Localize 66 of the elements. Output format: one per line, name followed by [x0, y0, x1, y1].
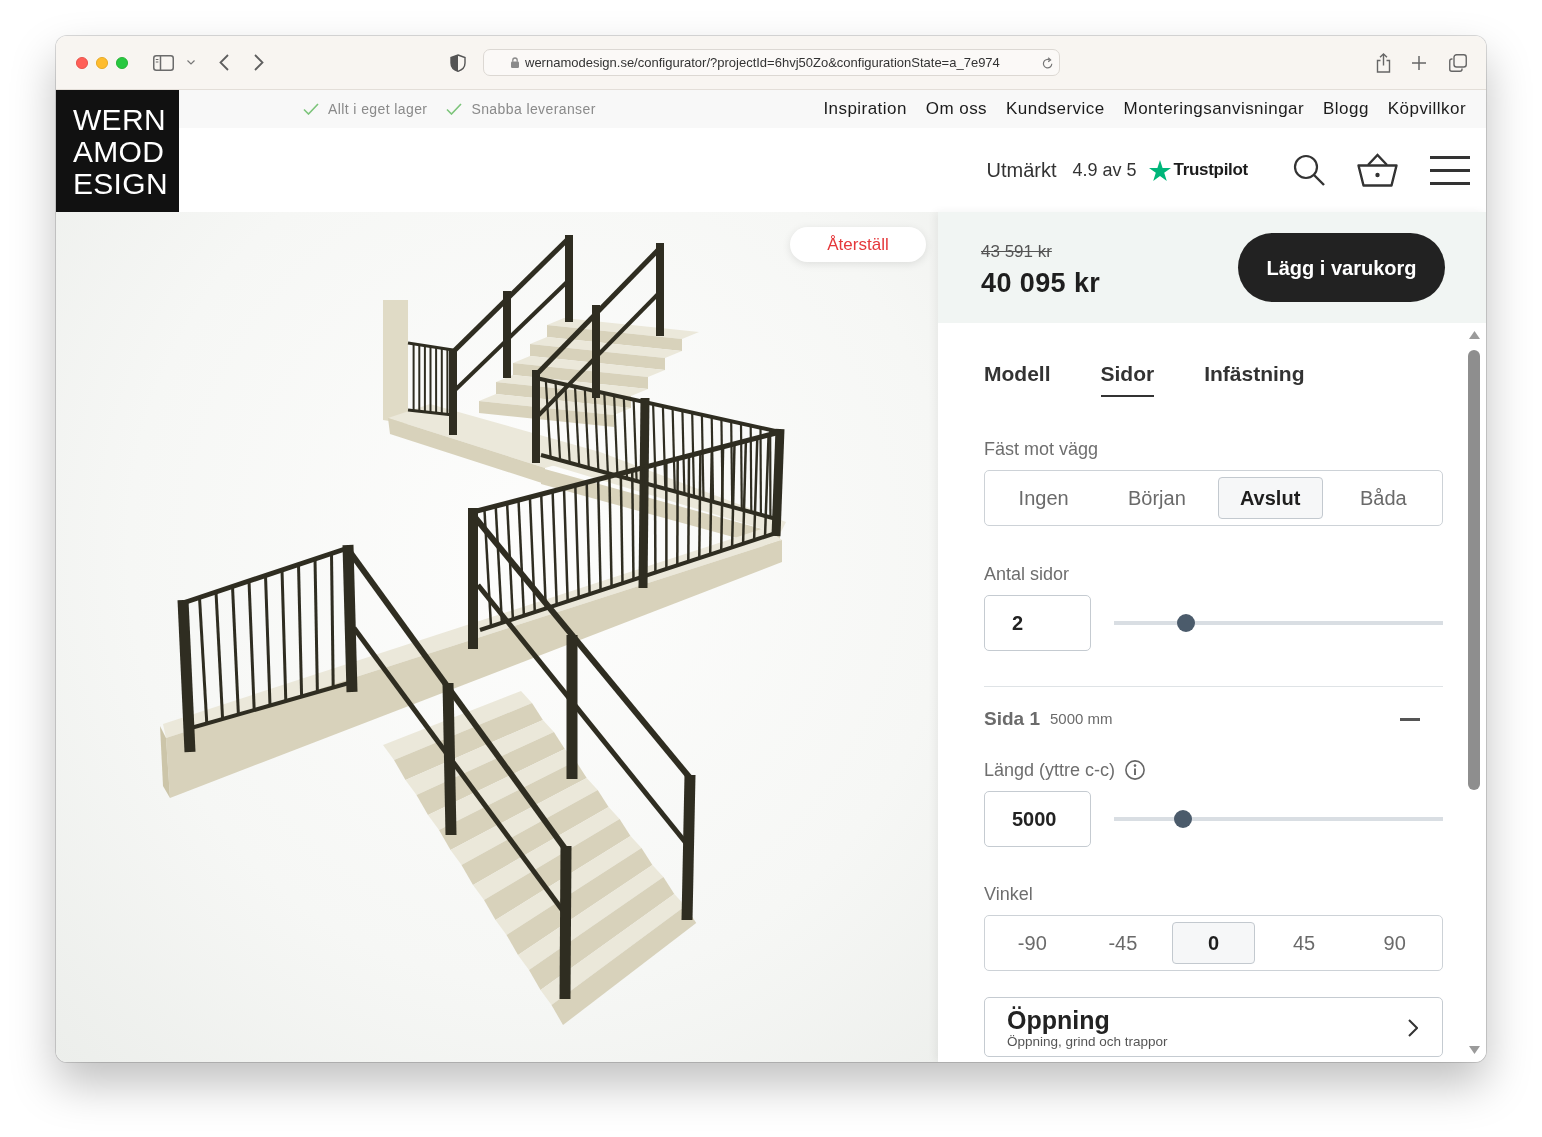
segment-option[interactable]: 90: [1353, 922, 1436, 964]
tabs-overview-icon[interactable]: [1449, 53, 1467, 72]
chevron-down-icon[interactable]: [187, 60, 195, 65]
star-icon: [1148, 159, 1171, 181]
nav-link[interactable]: Blogg: [1323, 96, 1369, 122]
field-label: Längd (yttre c-c): [984, 759, 1116, 781]
shield-icon[interactable]: [450, 53, 466, 72]
tab[interactable]: Modell: [984, 361, 1051, 397]
share-icon[interactable]: [1376, 52, 1391, 73]
scrollbar-thumb[interactable]: [1468, 350, 1480, 790]
segment-option[interactable]: 0: [1172, 922, 1255, 964]
number-field[interactable]: 5000: [984, 791, 1091, 847]
slider-thumb[interactable]: [1177, 614, 1196, 632]
usp-text: Allt i eget lager: [328, 99, 428, 119]
minus-icon[interactable]: [1400, 717, 1420, 721]
window-close-icon[interactable]: [76, 56, 88, 69]
tab[interactable]: Infästning: [1204, 361, 1305, 397]
nav-link[interactable]: Köpvillkor: [1387, 96, 1466, 122]
scroll-up-icon[interactable]: [1468, 331, 1480, 339]
field-label: Fäst mot vägg: [984, 438, 1100, 460]
back-icon[interactable]: [219, 54, 229, 71]
address-bar[interactable]: wernamodesign.se/configurator/?projectId=6hvj50Zo&configurationState=a_7e974: [483, 49, 1060, 76]
nav-link[interactable]: Monteringsanvisningar: [1123, 96, 1305, 122]
reload-icon[interactable]: [1042, 56, 1053, 69]
section-title: Sida 1: [984, 707, 1040, 731]
nav-link[interactable]: Inspiration: [823, 96, 907, 122]
slider-thumb[interactable]: [1174, 810, 1193, 828]
segment-option[interactable]: Ingen: [991, 477, 1097, 519]
segment-option[interactable]: Början: [1104, 477, 1210, 519]
rating-label: Utmärkt: [986, 158, 1057, 183]
section-link-card[interactable]: Öppning Öppning, grind och trappor: [984, 997, 1443, 1057]
card-subtitle: Öppning, grind och trappor: [1007, 1034, 1168, 1050]
segment-option[interactable]: Båda: [1330, 477, 1436, 519]
section-length: 5000 mm: [1050, 708, 1113, 729]
card-title: Öppning: [1007, 1006, 1111, 1034]
forward-icon[interactable]: [254, 54, 264, 71]
segment-option[interactable]: -90: [991, 922, 1074, 964]
field-label: Antal sidor: [984, 563, 1070, 585]
menu-icon[interactable]: [1430, 155, 1470, 185]
usp-text: Snabba leveranser: [471, 99, 596, 119]
segment-option[interactable]: 45: [1262, 922, 1346, 964]
brand-name: Trustpilot: [1173, 159, 1248, 182]
viewer-canvas[interactable]: Återställ: [56, 212, 938, 1062]
check-icon: [446, 103, 463, 115]
reset-button[interactable]: Återställ: [790, 227, 926, 262]
info-icon[interactable]: [1125, 760, 1146, 780]
nav-link[interactable]: Om oss: [925, 96, 988, 122]
field-label: Vinkel: [984, 883, 1034, 905]
lock-icon: [511, 57, 519, 68]
old-price: 43 591 kr: [981, 242, 1053, 262]
logo[interactable]: WERN AMOD ESIGN: [56, 90, 179, 212]
add-to-cart-button[interactable]: Lägg i varukorg: [1238, 233, 1445, 302]
plus-icon[interactable]: [1412, 55, 1426, 70]
sidebar-icon[interactable]: [153, 54, 174, 71]
check-icon: [303, 103, 319, 115]
basket-icon[interactable]: [1357, 153, 1398, 187]
search-icon[interactable]: [1293, 154, 1325, 186]
tab[interactable]: Sidor: [1100, 361, 1155, 397]
nav-link[interactable]: Kundservice: [1006, 96, 1105, 122]
number-field[interactable]: 2: [984, 595, 1091, 651]
chevron-right-icon: [1408, 1019, 1418, 1037]
segment-option[interactable]: -45: [1081, 922, 1165, 964]
scroll-down-icon[interactable]: [1468, 1046, 1480, 1054]
price: 40 095 kr: [981, 267, 1101, 299]
segment-option[interactable]: Avslut: [1217, 477, 1323, 519]
rating-score: 4.9 av 5: [1072, 158, 1137, 182]
